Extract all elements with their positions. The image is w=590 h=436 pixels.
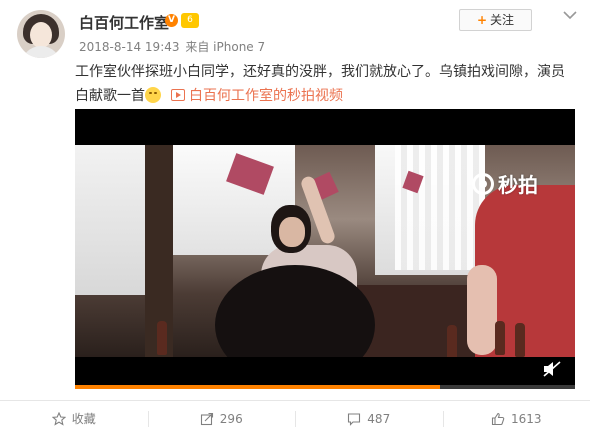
comment-count: 487	[367, 411, 391, 426]
smile-emoji-icon	[145, 87, 161, 103]
star-icon	[51, 411, 66, 426]
repost-count: 296	[219, 411, 243, 426]
favorite-label: 收藏	[71, 412, 96, 426]
vip-badge-icon: 6	[181, 13, 199, 28]
chevron-down-icon[interactable]	[563, 10, 577, 20]
scene-person-right-arm	[467, 265, 497, 355]
author-name[interactable]: 白百何工作室	[79, 12, 169, 33]
video-progress-fill	[75, 385, 440, 389]
post-source-prefix: 来自	[185, 40, 210, 54]
scene-bottle	[447, 325, 457, 357]
follow-button-label: 关注	[490, 13, 515, 27]
post-body: 工作室伙伴探班小白同学，还好真的没胖，我们就放心了。乌镇拍戏间隙，演员白献歌一首…	[75, 60, 575, 108]
like-count: 1613	[510, 411, 542, 426]
repost-button[interactable]: 296	[147, 401, 296, 436]
scene-curtain	[395, 145, 485, 270]
post-timestamp[interactable]: 2018-8-14 19:43	[79, 40, 180, 54]
verified-badge-icon: V	[165, 14, 178, 27]
scene-bottle	[515, 323, 525, 357]
scene-bottle	[157, 321, 167, 355]
post-source: iPhone 7	[213, 40, 266, 54]
scene-person-face	[279, 217, 305, 247]
plus-icon: +	[476, 13, 488, 27]
thumbs-up-icon	[491, 412, 505, 425]
scene-bottle	[495, 321, 505, 355]
miaopai-watermark: 秒拍	[472, 169, 538, 198]
avatar-body	[21, 46, 61, 58]
scene-window-left	[75, 145, 145, 295]
miaopai-watermark-text: 秒拍	[498, 173, 538, 197]
video-link-label: 白百何工作室的秒拍视频	[189, 88, 343, 104]
comment-button[interactable]: 487	[295, 401, 443, 436]
action-bar: 收藏 296 487 1613	[0, 400, 590, 436]
video-link[interactable]: 白百何工作室的秒拍视频	[171, 88, 343, 104]
follow-button[interactable]: + 关注	[459, 9, 532, 31]
comment-icon	[348, 412, 361, 426]
repost-icon	[200, 412, 213, 425]
miaopai-logo-icon	[472, 172, 494, 195]
like-button[interactable]: 1613	[442, 401, 590, 436]
author-avatar[interactable]	[17, 10, 65, 58]
avatar-face	[30, 22, 52, 48]
video-player[interactable]: 秒拍	[75, 109, 575, 389]
mute-icon[interactable]	[543, 361, 561, 377]
post-meta: 2018-8-14 19:43 来自 iPhone 7	[79, 38, 265, 55]
video-progress-bar[interactable]	[75, 385, 575, 389]
favorite-button[interactable]: 收藏	[0, 401, 148, 436]
video-play-icon	[171, 89, 185, 101]
